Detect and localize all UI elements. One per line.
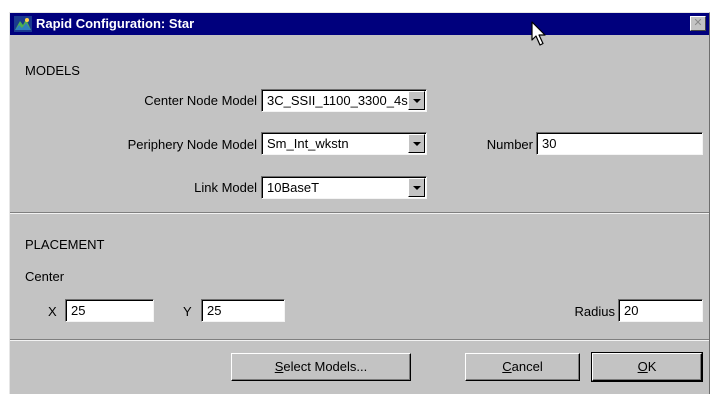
y-label: Y — [183, 304, 192, 319]
link-model-select[interactable]: 10BaseT — [261, 176, 427, 199]
x-input[interactable]: 25 — [65, 299, 154, 322]
dropdown-arrow-icon[interactable] — [408, 134, 425, 153]
center-node-model-label: Center Node Model — [144, 93, 257, 108]
section-divider — [10, 212, 709, 214]
link-model-label: Link Model — [194, 180, 257, 195]
cancel-button[interactable]: Cancel — [465, 353, 580, 381]
dropdown-arrow-icon[interactable] — [408, 91, 425, 110]
models-section-title: MODELS — [25, 63, 80, 78]
rapid-configuration-dialog: Rapid Configuration: Star ✕ MODELS Cente… — [9, 12, 710, 394]
title-bar[interactable]: Rapid Configuration: Star ✕ — [10, 13, 709, 35]
center-node-model-select[interactable]: 3C_SSII_1100_3300_4s — [261, 89, 427, 112]
button-bar-divider — [10, 339, 709, 341]
y-input[interactable]: 25 — [201, 299, 285, 322]
close-icon[interactable]: ✕ — [690, 16, 706, 31]
number-label: Number — [486, 137, 533, 152]
radius-label: Radius — [574, 304, 615, 319]
dropdown-arrow-icon[interactable] — [408, 178, 425, 197]
x-label: X — [48, 304, 57, 319]
placement-section-title: PLACEMENT — [25, 237, 105, 252]
periphery-node-model-value: Sm_Int_wkstn — [267, 136, 349, 151]
link-model-value: 10BaseT — [267, 180, 320, 195]
periphery-node-model-select[interactable]: Sm_Int_wkstn — [261, 132, 427, 155]
center-label: Center — [25, 269, 65, 284]
select-models-button[interactable]: Select Models... — [231, 353, 411, 381]
radius-input[interactable]: 20 — [618, 299, 703, 322]
ok-button[interactable]: OK — [591, 352, 703, 382]
window-title: Rapid Configuration: Star — [36, 16, 195, 31]
periphery-node-model-label: Periphery Node Model — [127, 137, 257, 152]
number-input[interactable]: 30 — [536, 132, 703, 155]
network-app-icon — [14, 16, 32, 32]
center-node-model-value: 3C_SSII_1100_3300_4s — [267, 93, 408, 108]
mouse-pointer-icon — [531, 21, 546, 46]
